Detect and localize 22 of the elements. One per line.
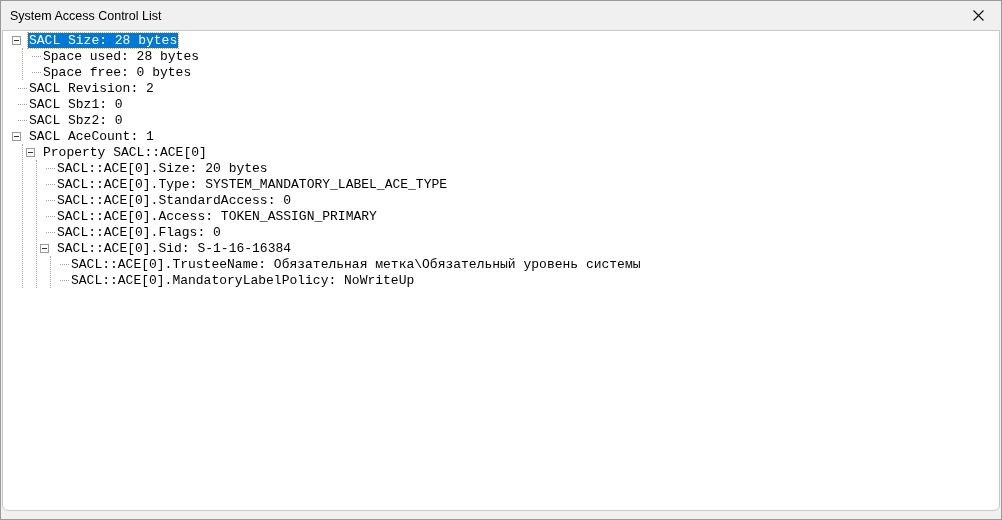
tree-item[interactable]: SACL::ACE[0].Flags: 0 — [56, 224, 222, 240]
tree-item[interactable]: Property SACL::ACE[0] — [42, 144, 208, 160]
collapse-toggle[interactable] — [12, 131, 21, 141]
tree-item[interactable]: SACL::ACE[0].Access: TOKEN_ASSIGN_PRIMARY — [56, 208, 378, 224]
tree-item[interactable]: SACL::ACE[0].Type: SYSTEM_MANDATORY_LABEL_ACE_TYPE — [56, 176, 449, 192]
tree-item[interactable]: SACL::ACE[0].StandardAccess: 0 — [56, 192, 293, 208]
tree-item[interactable]: SACL Sbz1: 0 — [28, 96, 124, 112]
tree-item[interactable]: Space free: 0 bytes — [42, 64, 193, 80]
tree-item[interactable]: SACL AceCount: 1 — [28, 128, 155, 144]
tree-item[interactable]: SACL Size: 28 bytes — [28, 32, 179, 48]
collapse-toggle[interactable] — [12, 35, 21, 45]
tree-item[interactable]: SACL Revision: 2 — [28, 80, 155, 96]
tree-item[interactable]: SACL Sbz2: 0 — [28, 112, 124, 128]
collapse-toggle[interactable] — [40, 243, 49, 253]
tree-item[interactable]: Space used: 28 bytes — [42, 48, 201, 64]
tree-item[interactable]: SACL::ACE[0].TrusteeName: Обязательная метка\Обязательный уровень системы — [70, 256, 642, 272]
close-icon — [972, 10, 984, 21]
tree-item[interactable]: SACL::ACE[0].Sid: S-1-16-16384 — [56, 240, 293, 256]
collapse-toggle[interactable] — [26, 147, 35, 157]
tree-item[interactable]: SACL::ACE[0].MandatoryLabelPolicy: NoWriteUp — [70, 272, 416, 288]
window-title: System Access Control List — [10, 8, 162, 23]
tree-item[interactable]: SACL::ACE[0].Size: 20 bytes — [56, 160, 269, 176]
